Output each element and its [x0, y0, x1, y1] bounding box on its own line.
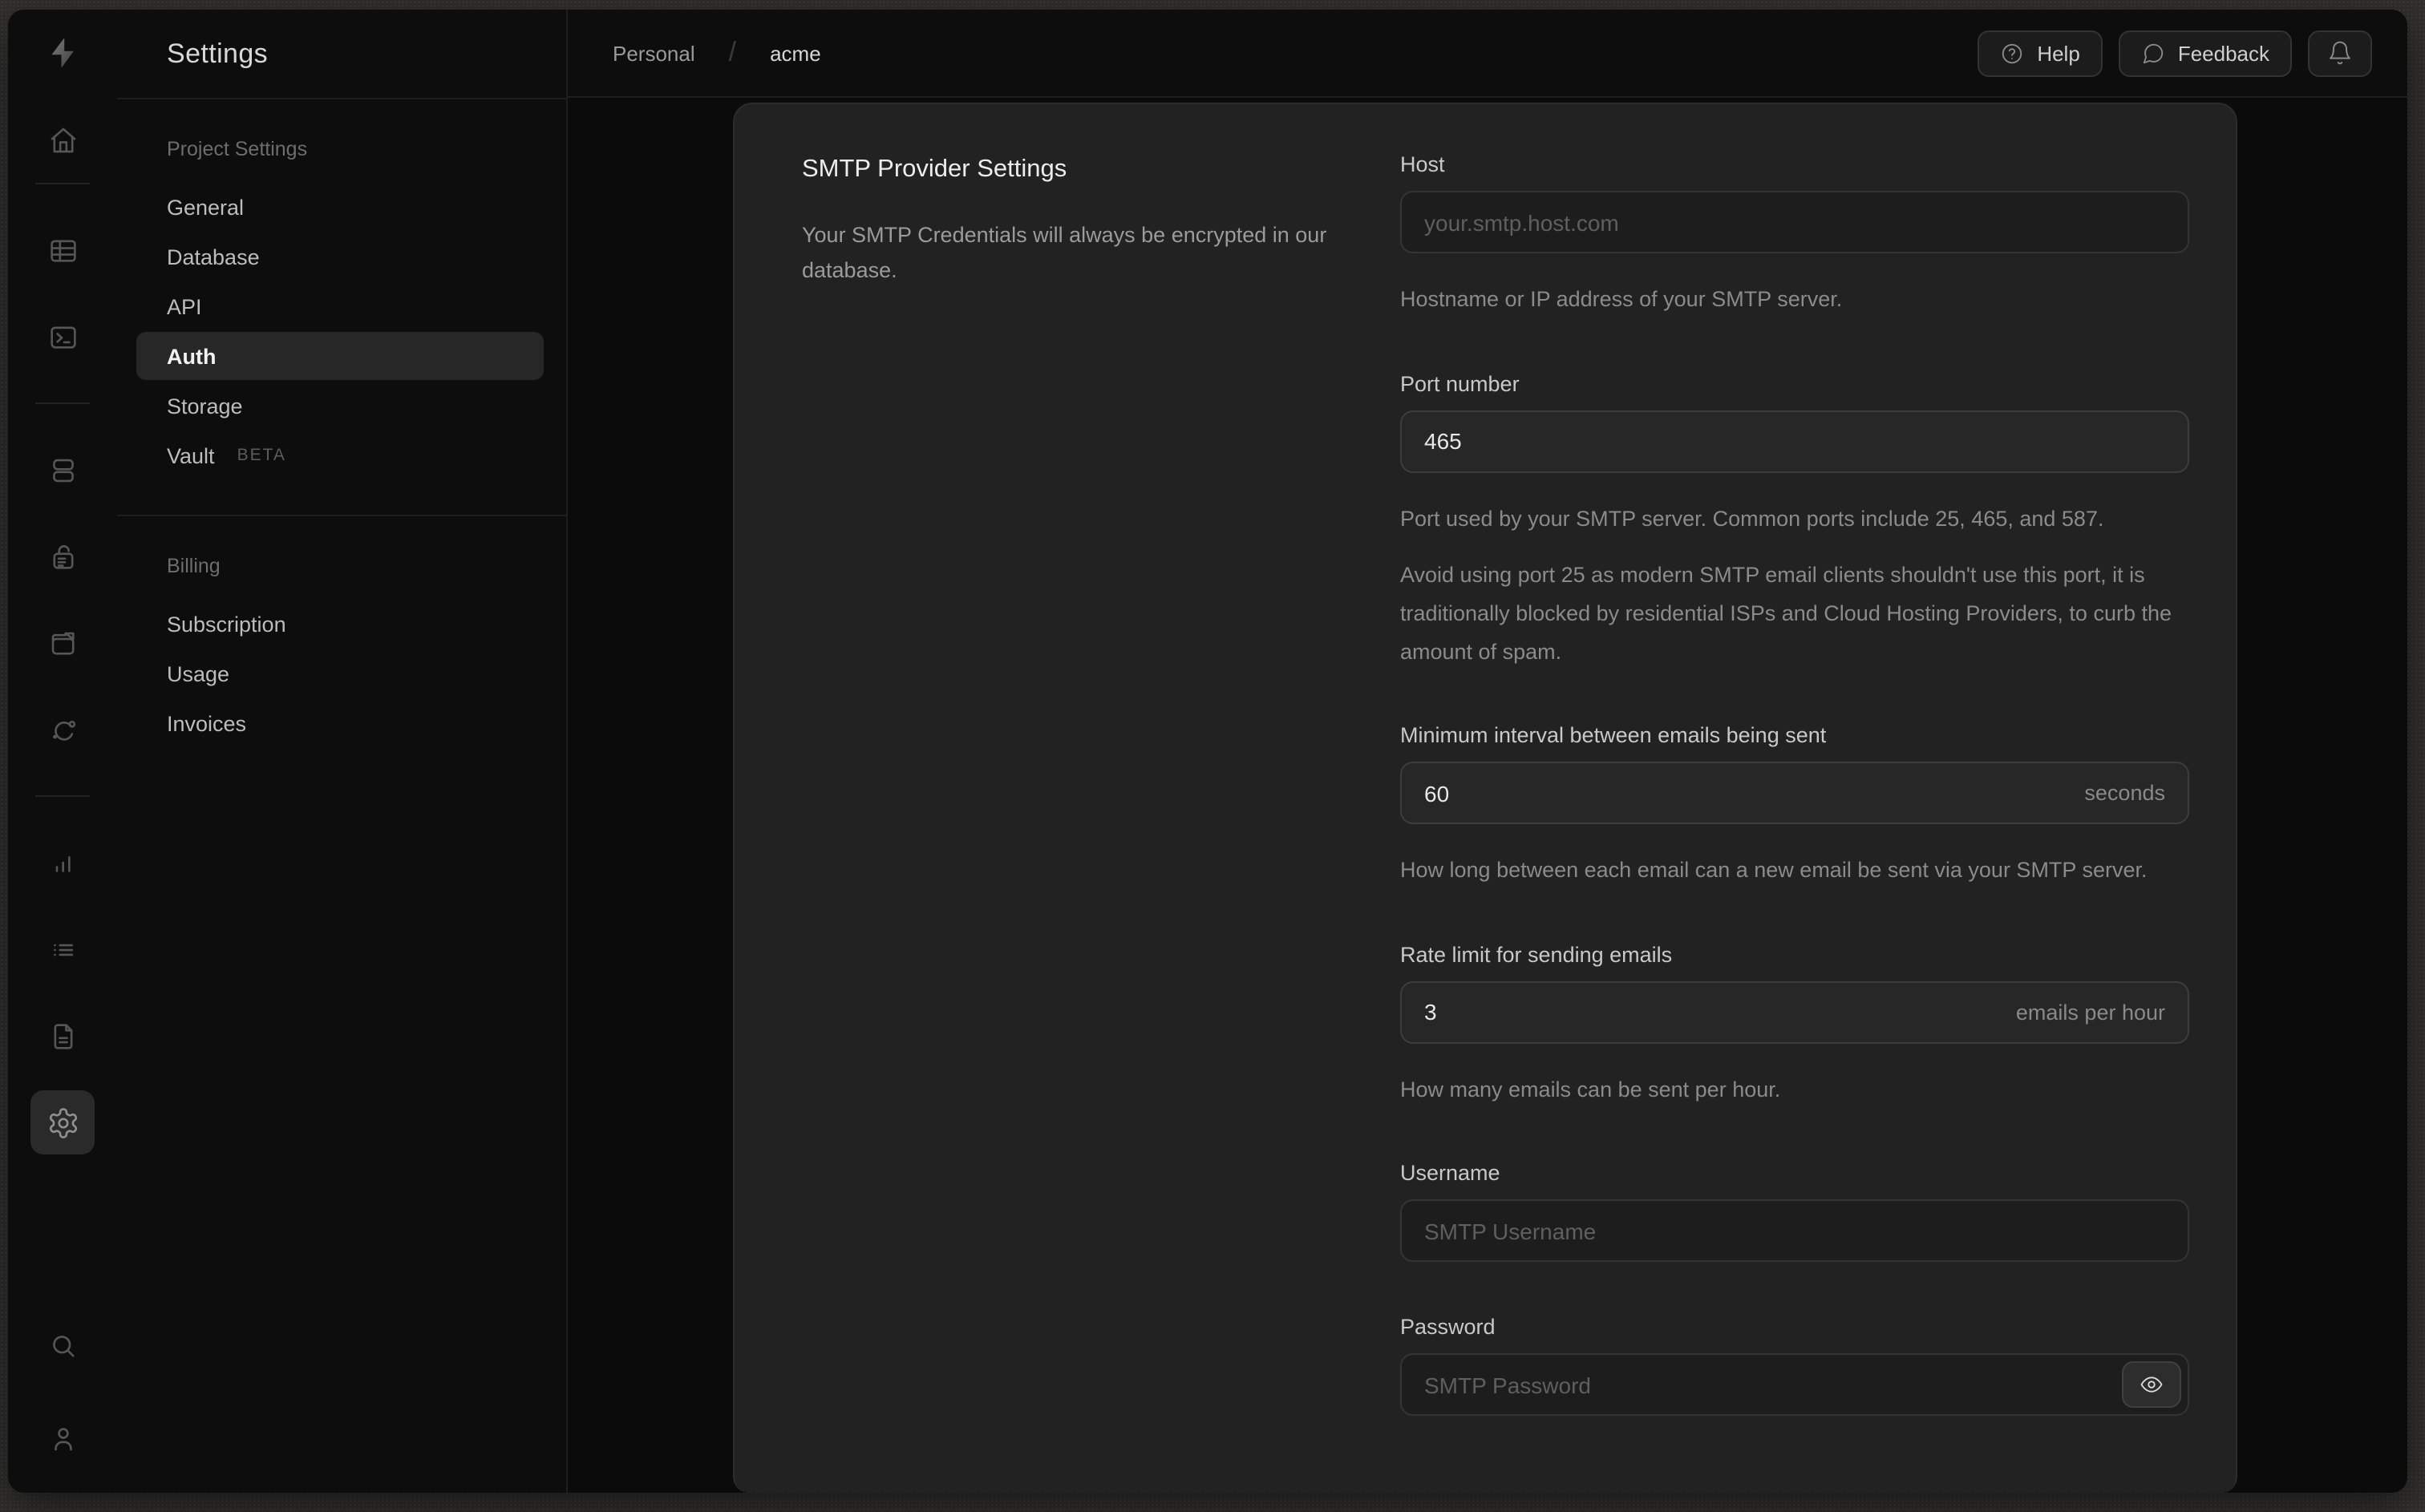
- password-input[interactable]: [1400, 1353, 2189, 1417]
- chat-bubble-icon: [2143, 42, 2164, 63]
- nav-item-usage[interactable]: Usage: [136, 649, 544, 697]
- rail-storage-button[interactable]: [30, 611, 95, 675]
- settings-nav-header: Settings: [117, 10, 566, 99]
- port-input[interactable]: [1400, 410, 2189, 473]
- interval-field-group: Minimum interval between emails being se…: [1400, 723, 2189, 889]
- rail-reports-button[interactable]: [30, 831, 95, 895]
- port-field-group: Port number Port used by your SMTP serve…: [1400, 371, 2189, 670]
- username-label: Username: [1400, 1161, 1500, 1186]
- rail-divider: [35, 183, 90, 184]
- rail-home-button[interactable]: [30, 107, 95, 172]
- settings-nav: Settings Project Settings General Databa…: [117, 10, 568, 1493]
- interval-helper: How long between each email can a new em…: [1400, 858, 2148, 883]
- rail-divider: [35, 402, 90, 404]
- rail-authentication-button[interactable]: [30, 524, 95, 588]
- app-window: Settings Project Settings General Databa…: [8, 10, 2407, 1493]
- smtp-settings-panel: SMTP Provider Settings Your SMTP Credent…: [733, 103, 2237, 1493]
- host-field-group: Host Hostname or IP address of your SMTP…: [1400, 152, 2189, 318]
- notifications-button[interactable]: [2308, 30, 2372, 76]
- help-button[interactable]: Help: [1978, 30, 2103, 76]
- interval-label: Minimum interval between emails being se…: [1400, 723, 1827, 748]
- username-input[interactable]: [1400, 1199, 2189, 1263]
- main-content: SMTP Provider Settings Your SMTP Credent…: [568, 98, 2407, 1493]
- panel-heading: SMTP Provider Settings: [802, 156, 1067, 183]
- breadcrumb: Personal / acme: [613, 37, 821, 69]
- nav-item-invoices[interactable]: Invoices: [136, 699, 544, 747]
- breadcrumb-org[interactable]: Personal: [613, 41, 695, 65]
- auth-lock-icon: [52, 544, 73, 568]
- rail-database-button[interactable]: [30, 438, 95, 502]
- nav-item-auth[interactable]: Auth: [136, 332, 544, 380]
- search-icon: [52, 1335, 74, 1356]
- panel-description: Your SMTP Credentials will always be enc…: [802, 223, 1327, 283]
- supabase-bolt-icon: [51, 38, 74, 68]
- rail-logs-button[interactable]: [30, 917, 95, 981]
- api-docs-icon: [53, 1023, 72, 1049]
- nav-item-subscription[interactable]: Subscription: [136, 600, 544, 648]
- rail-account-button[interactable]: [30, 1406, 95, 1470]
- rate-limit-field-group: Rate limit for sending emails emails per…: [1400, 943, 2189, 1109]
- table-editor-icon: [50, 239, 75, 261]
- nav-section-heading-billing: Billing: [167, 555, 221, 577]
- nav-item-api[interactable]: API: [136, 282, 544, 330]
- rate-limit-helper: How many emails can be sent per hour.: [1400, 1077, 1781, 1102]
- smtp-form: Host Hostname or IP address of your SMTP…: [1400, 152, 2189, 1470]
- nav-item-general[interactable]: General: [136, 183, 544, 231]
- help-circle-icon: [2002, 42, 2022, 63]
- nav-item-database[interactable]: Database: [136, 232, 544, 281]
- host-label: Host: [1400, 152, 1445, 176]
- page-title: Settings: [167, 38, 269, 68]
- icon-sidebar: [8, 10, 119, 1493]
- rail-project-settings-button[interactable]: [30, 1090, 95, 1154]
- reports-icon: [55, 855, 70, 871]
- bell-icon: [2330, 41, 2350, 65]
- supabase-logo[interactable]: [43, 34, 82, 72]
- rate-limit-input[interactable]: [1400, 980, 2189, 1044]
- port-helper-1: Port used by your SMTP server. Common po…: [1400, 506, 2104, 531]
- eye-icon: [2140, 1377, 2163, 1393]
- screen: Settings Project Settings General Databa…: [0, 0, 2425, 1512]
- rail-sql-editor-button[interactable]: [30, 305, 95, 369]
- nav-item-storage[interactable]: Storage: [136, 382, 544, 430]
- host-helper: Hostname or IP address of your SMTP serv…: [1400, 287, 1843, 311]
- breadcrumb-project[interactable]: acme: [770, 41, 821, 65]
- rate-limit-label: Rate limit for sending emails: [1400, 942, 1673, 967]
- sql-editor-icon: [50, 325, 75, 348]
- rail-edge-functions-button[interactable]: [30, 697, 95, 762]
- feedback-button[interactable]: Feedback: [2118, 30, 2292, 76]
- database-icon: [52, 458, 73, 482]
- gear-icon: [48, 1107, 77, 1138]
- password-label: Password: [1400, 1315, 1496, 1340]
- port-helper-2: Avoid using port 25 as modern SMTP email…: [1400, 563, 2172, 664]
- rail-divider: [35, 795, 90, 797]
- port-label: Port number: [1400, 371, 1520, 396]
- rail-api-docs-button[interactable]: [30, 1004, 95, 1068]
- rail-table-editor-button[interactable]: [30, 218, 95, 282]
- nav-item-vault[interactable]: Vault BETA: [136, 431, 544, 479]
- host-input[interactable]: [1400, 191, 2189, 253]
- beta-badge: BETA: [237, 446, 286, 465]
- user-icon: [54, 1427, 71, 1450]
- logs-icon: [53, 943, 73, 956]
- interval-input[interactable]: [1400, 762, 2189, 825]
- topbar: Personal / acme Help Feedback: [568, 10, 2407, 98]
- edge-functions-icon: [52, 720, 75, 740]
- breadcrumb-separator: /: [728, 37, 737, 67]
- show-password-button[interactable]: [2122, 1361, 2181, 1409]
- home-icon: [50, 127, 75, 152]
- password-field-group: Password: [1400, 1316, 2189, 1417]
- rail-search-button[interactable]: [30, 1313, 95, 1377]
- storage-icon: [51, 631, 74, 654]
- nav-section-heading-project-settings: Project Settings: [167, 138, 308, 160]
- username-field-group: Username: [1400, 1162, 2189, 1263]
